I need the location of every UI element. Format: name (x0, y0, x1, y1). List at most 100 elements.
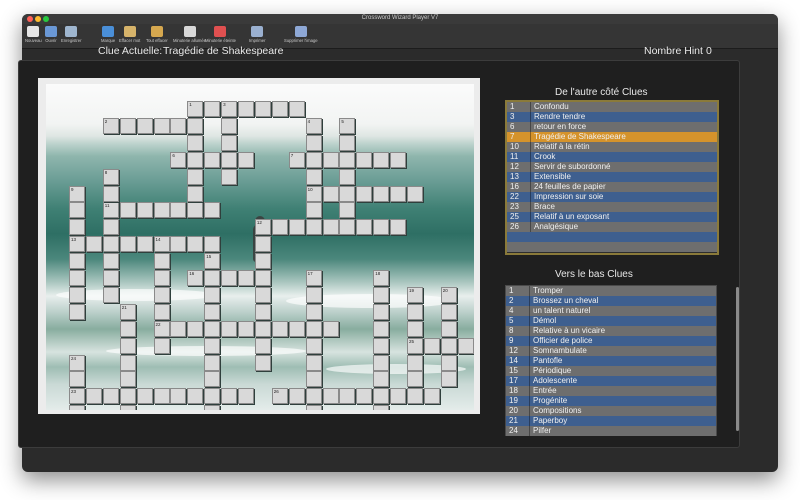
crossword-cell[interactable] (119, 320, 136, 337)
across-clue-row[interactable]: 25 Relatif à un exposant (507, 212, 717, 222)
crossword-cell[interactable]: 2 (102, 117, 119, 134)
crossword-cell[interactable] (102, 253, 119, 270)
crossword-cell[interactable] (102, 286, 119, 303)
crossword-cell[interactable] (119, 337, 136, 354)
crossword-cell[interactable] (153, 270, 170, 286)
crossword-cell[interactable] (69, 286, 85, 303)
crossword-cell[interactable] (170, 202, 187, 219)
crossword-cell[interactable] (153, 286, 170, 303)
crossword-cell[interactable] (69, 253, 85, 270)
crossword-cell[interactable]: 7 (288, 151, 305, 168)
crossword-cell[interactable] (288, 320, 305, 337)
crossword-cell[interactable]: 10 (305, 185, 322, 202)
crossword-cell[interactable] (440, 337, 457, 354)
crossword-cell[interactable]: 23 (69, 388, 85, 405)
crossword-cell[interactable] (221, 168, 238, 185)
crossword-cell[interactable] (322, 185, 339, 202)
crossword-cell[interactable] (271, 101, 288, 117)
crossword-cell[interactable]: 11 (102, 202, 119, 219)
crossword-cell[interactable]: 21 (119, 303, 136, 320)
crossword-cell[interactable] (407, 185, 423, 202)
crossword-cell[interactable] (221, 320, 238, 337)
crossword-cell[interactable]: 22 (153, 320, 170, 337)
crossword-cell[interactable]: 24 (69, 354, 85, 371)
crossword-cell[interactable] (423, 337, 440, 354)
crossword-cell[interactable] (119, 405, 136, 410)
crossword-cell[interactable] (102, 270, 119, 286)
crossword-cell[interactable]: 20 (440, 286, 457, 303)
crossword-cell[interactable] (254, 253, 271, 270)
crossword-cell[interactable] (119, 388, 136, 405)
crossword-cell[interactable] (221, 151, 238, 168)
crossword-cell[interactable]: 19 (407, 286, 423, 303)
across-clue-row[interactable]: 22 Impression sur soie (507, 192, 717, 202)
toolbar-button-new-document[interactable]: Nouveau (25, 26, 42, 43)
down-clue-row[interactable]: 12 Somnambulate (506, 346, 716, 356)
crossword-cell[interactable] (271, 320, 288, 337)
crossword-cell[interactable] (136, 388, 153, 405)
crossword-cell[interactable] (238, 151, 254, 168)
across-clue-row[interactable]: 1 Confondu (507, 102, 717, 112)
crossword-cell[interactable] (390, 219, 407, 236)
crossword-cell[interactable] (204, 270, 221, 286)
crossword-cell[interactable] (69, 371, 85, 388)
crossword-cell[interactable] (204, 101, 221, 117)
crossword-cell[interactable] (322, 219, 339, 236)
crossword-cell[interactable] (254, 303, 271, 320)
crossword-cell[interactable]: 16 (187, 270, 204, 286)
crossword-cell[interactable] (305, 151, 322, 168)
crossword-cell[interactable] (102, 219, 119, 236)
crossword-cell[interactable] (254, 101, 271, 117)
toolbar-button-broom-all[interactable]: Tout effacer (146, 26, 168, 43)
crossword-cell[interactable] (85, 388, 102, 405)
down-clue-row[interactable]: 19 Progénite (506, 396, 716, 406)
crossword-cell[interactable] (305, 371, 322, 388)
crossword-cell[interactable] (356, 151, 373, 168)
down-clue-row[interactable]: 4 un talent naturel (506, 306, 716, 316)
crossword-cell[interactable] (187, 388, 204, 405)
crossword-cell[interactable] (204, 354, 221, 371)
crossword-cell[interactable] (322, 151, 339, 168)
crossword-cell[interactable] (102, 185, 119, 202)
across-clue-row[interactable]: 13 Extensible (507, 172, 717, 182)
crossword-cell[interactable] (187, 236, 204, 253)
crossword-cell[interactable] (322, 320, 339, 337)
crossword-cell[interactable] (322, 388, 339, 405)
down-clues-list[interactable]: 1 Tromper 2 Brossez un cheval 4 un talent nat… (505, 285, 717, 436)
across-clue-row[interactable]: 11 Crook (507, 152, 717, 162)
crossword-cell[interactable] (339, 134, 356, 151)
crossword-cell[interactable]: 17 (305, 270, 322, 286)
crossword-cell[interactable] (170, 236, 187, 253)
crossword-cell[interactable] (339, 202, 356, 219)
crossword-cell[interactable] (339, 151, 356, 168)
crossword-cell[interactable] (204, 202, 221, 219)
crossword-cell[interactable] (221, 388, 238, 405)
crossword-cell[interactable] (339, 168, 356, 185)
toolbar-button-delete-image[interactable]: Supprimer l'image (284, 26, 318, 43)
crossword-cell[interactable] (288, 219, 305, 236)
crossword-cell[interactable] (170, 388, 187, 405)
down-clue-row[interactable]: 18 Entrée (506, 386, 716, 396)
crossword-cell[interactable]: 6 (170, 151, 187, 168)
down-clue-row[interactable]: 14 Pantofle (506, 356, 716, 366)
crossword-cell[interactable] (305, 168, 322, 185)
crossword-cell[interactable] (187, 151, 204, 168)
crossword-cell[interactable] (271, 219, 288, 236)
crossword-cell[interactable] (373, 320, 390, 337)
across-clue-row[interactable]: 7 Tragédie de Shakespeare (507, 132, 717, 142)
crossword-cell[interactable] (69, 202, 85, 219)
crossword-cell[interactable] (221, 117, 238, 134)
crossword-cell[interactable] (305, 134, 322, 151)
across-clue-row[interactable]: 10 Relatif à la rétin (507, 142, 717, 152)
crossword-cell[interactable] (238, 320, 254, 337)
crossword-cell[interactable] (221, 134, 238, 151)
crossword-cell[interactable] (119, 371, 136, 388)
toolbar-button-folder-open[interactable]: Ouvrir (45, 26, 57, 43)
down-clue-row[interactable]: 1 Tromper (506, 286, 716, 296)
crossword-cell[interactable] (356, 219, 373, 236)
toolbar-button-stopwatch[interactable]: Minuterie allumée (173, 26, 206, 43)
crossword-cell[interactable] (407, 303, 423, 320)
crossword-cell[interactable] (85, 236, 102, 253)
crossword-cell[interactable] (423, 388, 440, 405)
crossword-cell[interactable] (204, 405, 221, 410)
